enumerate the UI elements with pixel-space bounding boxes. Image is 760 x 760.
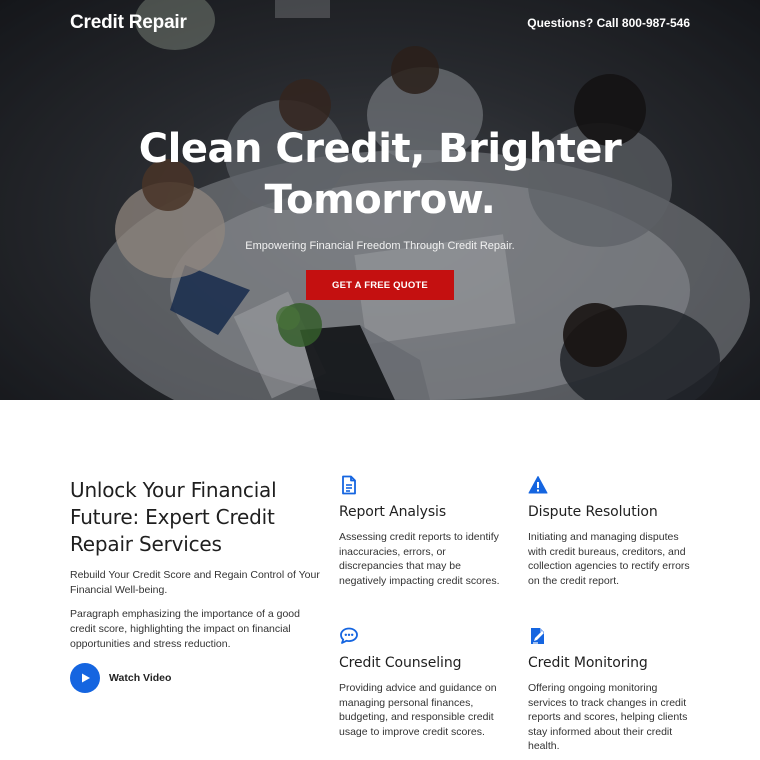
phone-contact[interactable]: Questions? Call 800-987-546 [527, 16, 690, 30]
feature-description: Providing advice and guidance on managin… [339, 682, 497, 738]
feature-credit-counseling: Credit Counseling Providing advice and g… [339, 626, 509, 739]
warning-icon [528, 476, 548, 494]
hero-title: Clean Credit, Brighter Tomorrow. [0, 124, 760, 226]
intro-block: Unlock Your Financial Future: Expert Cre… [70, 477, 320, 652]
document-icon [342, 475, 356, 495]
intro-lead: Rebuild Your Credit Score and Regain Con… [70, 569, 320, 596]
feature-title: Credit Monitoring [528, 655, 648, 671]
feature-report-analysis: Report Analysis Assessing credit reports… [339, 475, 509, 588]
hero-subtitle: Empowering Financial Freedom Through Cre… [245, 240, 515, 252]
logo[interactable]: Credit Repair [70, 12, 187, 34]
watch-video-label[interactable]: Watch Video [109, 672, 171, 684]
hero-section: Credit Repair Questions? Call 800-987-54… [0, 0, 760, 400]
feature-description: Offering ongoing monitoring services to … [528, 682, 688, 753]
chat-icon [340, 627, 358, 644]
intro-title: Unlock Your Financial Future: Expert Cre… [70, 478, 277, 556]
watch-video-button[interactable]: Watch Video [70, 663, 171, 693]
feature-title: Report Analysis [339, 504, 447, 520]
feature-title: Dispute Resolution [528, 504, 658, 520]
play-icon[interactable] [70, 663, 100, 693]
hero-title-line2: Tomorrow. [264, 177, 496, 223]
get-free-quote-button[interactable]: GET A FREE QUOTE [306, 270, 454, 300]
feature-description: Initiating and managing disputes with cr… [528, 531, 690, 587]
feature-description: Assessing credit reports to identify ina… [339, 531, 500, 587]
feature-credit-monitoring: Credit Monitoring Offering ongoing monit… [528, 626, 698, 754]
hero-title-line1: Clean Credit, Brighter [138, 126, 622, 172]
edit-document-icon [531, 628, 544, 644]
feature-dispute-resolution: Dispute Resolution Initiating and managi… [528, 475, 698, 588]
intro-paragraph: Paragraph emphasizing the importance of … [70, 608, 300, 650]
feature-title: Credit Counseling [339, 655, 462, 671]
